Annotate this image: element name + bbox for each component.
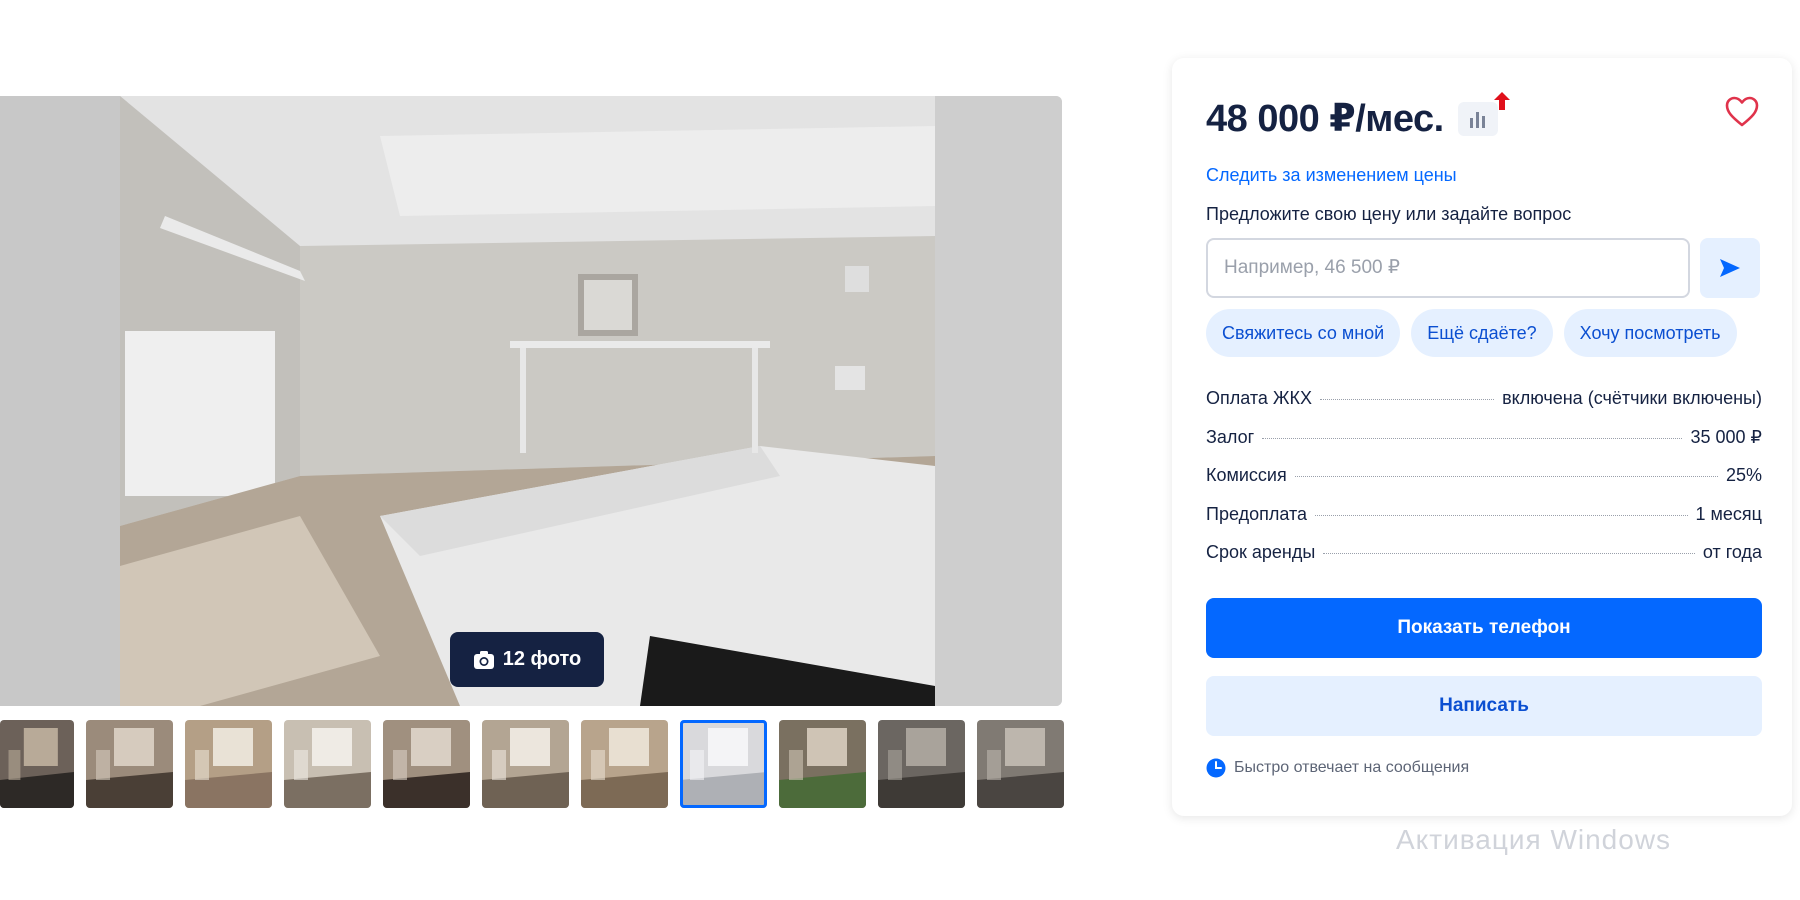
dotted-leader [1294,476,1718,477]
fact-row: Комиссия 25% [1206,465,1762,504]
fact-row: Предоплата 1 месяц [1206,504,1762,543]
offer-label: Предложите свою цену или задайте вопрос [1206,204,1572,224]
dotted-leader [1262,437,1683,439]
write-message-button[interactable]: Написать [1206,676,1762,736]
fact-value: включена (счётчики включены) [1502,388,1762,408]
fact-row: Залог 35 000 ₽ [1206,427,1762,466]
chip-contact-me[interactable]: Свяжитесь со мной [1206,309,1401,357]
offer-price-input[interactable] [1206,238,1690,298]
thumbnail-image [284,720,371,808]
follow-price-link[interactable]: Следить за изменением цены [1206,165,1457,186]
send-arrow-icon [1720,259,1740,277]
quick-reply-chips: Свяжитесь со мной Ещё сдаёте? Хочу посмо… [1206,309,1737,357]
fact-label: Оплата ЖКХ [1206,388,1313,408]
thumbnail-image [185,720,272,808]
thumbnail-image [680,720,767,808]
dotted-leader [1320,399,1495,400]
show-phone-button[interactable]: Показать телефон [1206,598,1762,658]
thumbnail[interactable] [86,720,173,808]
fast-reply-label: Быстро отвечает на сообщения [1234,759,1470,776]
price-row: 48 000 ₽/мес. [1206,91,1510,141]
thumbnail[interactable] [383,720,470,808]
offer-card: 48 000 ₽/мес. Следить за изменением цены… [1172,58,1792,816]
thumbnail[interactable] [581,720,668,808]
thumbnail-image [779,720,866,808]
thumbnail-image [86,720,173,808]
chip-want-to-view[interactable]: Хочу посмотреть [1563,309,1737,357]
price-up-arrow-icon [1493,91,1510,110]
fact-label: Комиссия [1206,465,1287,485]
photo-count-label: 12 фото [502,648,582,670]
camera-icon [473,650,494,669]
thumbnail-image [0,720,74,808]
clock-icon [1206,758,1226,778]
fact-row: Срок аренды от года [1206,542,1762,581]
main-photo[interactable]: 12 фото [0,96,1062,706]
chip-still-renting[interactable]: Ещё сдаёте? [1411,309,1553,357]
fact-value: от года [1702,542,1762,562]
fact-row: Оплата ЖКХ включена (счётчики включены) [1206,388,1762,427]
send-offer-button[interactable] [1700,238,1760,298]
windows-activation-watermark: Активация Windows [1396,824,1672,855]
thumbnail[interactable] [0,720,74,808]
thumbnail-image [878,720,965,808]
photo-count-button[interactable]: 12 фото [450,632,604,687]
thumbnail[interactable] [185,720,272,808]
fact-label: Залог [1206,426,1255,447]
room-photo [0,96,1062,706]
thumbnail-image [581,720,668,808]
fact-label: Предоплата [1206,503,1307,524]
price: 48 000 ₽/мес. [1206,98,1444,140]
thumbnail[interactable] [977,720,1064,808]
fact-value: 1 месяц [1695,503,1762,524]
thumbnail-image [482,720,569,808]
dotted-leader [1315,514,1688,516]
thumbnail[interactable] [284,720,371,808]
fast-reply-note: Быстро отвечает на сообщения [1206,758,1469,778]
thumbnail[interactable] [482,720,569,808]
thumbnail-strip [0,720,1064,808]
dotted-leader [1323,553,1695,554]
thumbnail[interactable] [779,720,866,808]
thumbnail-image [977,720,1064,808]
rental-terms: Оплата ЖКХ включена (счётчики включены) … [1206,388,1762,581]
thumbnail[interactable] [680,720,767,808]
fact-label: Срок аренды [1206,542,1316,562]
thumbnail-image [383,720,470,808]
fact-value: 35 000 ₽ [1690,426,1762,447]
favorite-heart-icon[interactable] [1724,94,1760,130]
thumbnail[interactable] [878,720,965,808]
fact-value: 25% [1725,465,1762,485]
price-history-icon[interactable] [1457,91,1510,136]
